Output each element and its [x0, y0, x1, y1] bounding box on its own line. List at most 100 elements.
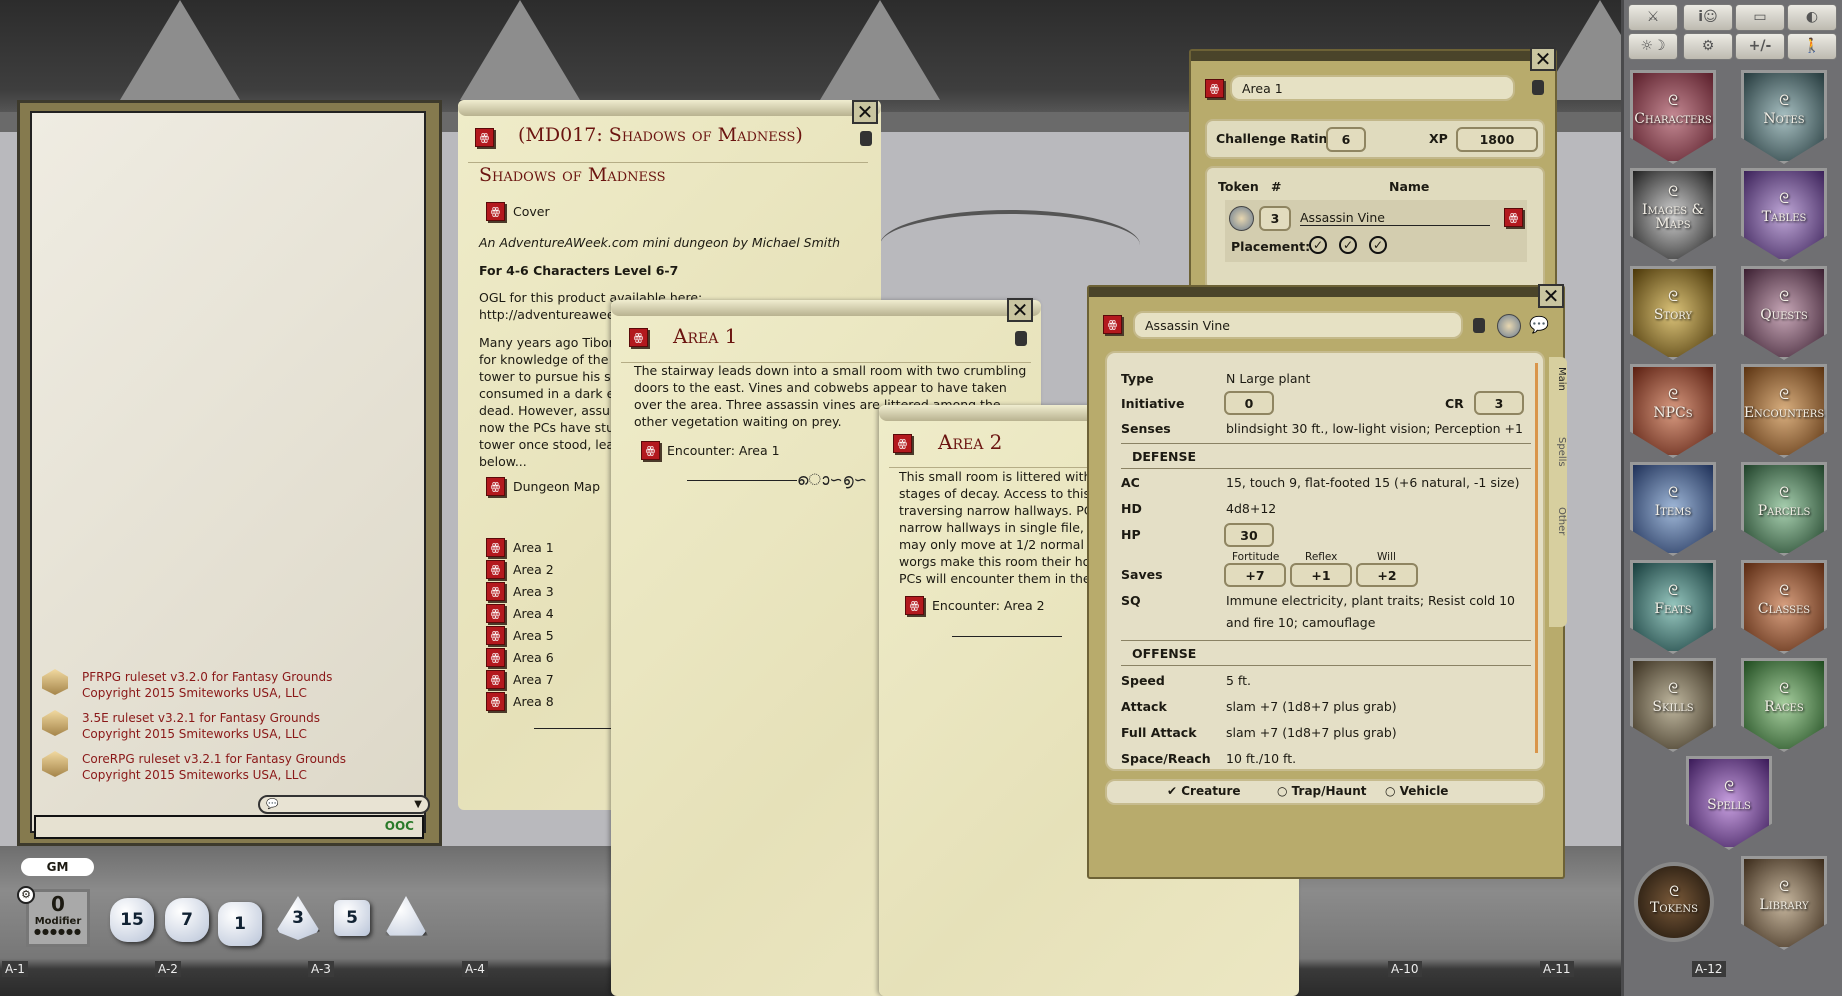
will-field[interactable]: +2: [1356, 563, 1418, 587]
die-icon: [42, 751, 68, 777]
sidebar-tokens[interactable]: ᘓ Tokens: [1634, 862, 1714, 942]
swirl-icon: ᘓ: [1779, 681, 1789, 697]
fg-record-icon[interactable]: ꙮ: [486, 477, 505, 496]
hotkey-slot[interactable]: A-4: [462, 961, 488, 977]
swirl-icon: ᘓ: [1668, 387, 1678, 403]
d6-die[interactable]: 5: [334, 900, 370, 936]
scrollbar[interactable]: [1535, 363, 1538, 753]
gear-icon[interactable]: ⚙: [17, 886, 35, 904]
defense-heading: DEFENSE: [1132, 449, 1196, 464]
divider: [534, 728, 614, 729]
link-encounter-area2[interactable]: Encounter: Area 2: [932, 598, 1045, 613]
chat-mode-dropdown[interactable]: 💬 ▼: [258, 795, 430, 814]
fg-record-icon[interactable]: ꙮ: [905, 596, 924, 615]
ooc-toggle[interactable]: OOC: [385, 819, 414, 833]
wall-ornament: [460, 0, 580, 100]
link-encounter-area1[interactable]: Encounter: Area 1: [667, 443, 780, 458]
full-attack-label: Full Attack: [1121, 725, 1197, 740]
window-titlebar[interactable]: [1191, 51, 1555, 61]
hotkey-slot[interactable]: A-10: [1388, 961, 1422, 977]
radio-trap-haunt[interactable]: ○ Trap/Haunt: [1277, 784, 1366, 798]
npc-name-field[interactable]: Assassin Vine: [1300, 210, 1490, 226]
fortitude-field[interactable]: +7: [1224, 563, 1286, 587]
fg-record-icon: ꙮ: [486, 626, 505, 645]
xp-field[interactable]: 1800: [1456, 127, 1538, 152]
token-icon[interactable]: [1229, 206, 1254, 231]
story-heading: Shadows of Madness: [479, 164, 666, 186]
cr-field[interactable]: 6: [1326, 127, 1366, 152]
lock-icon[interactable]: [1532, 80, 1544, 95]
lock-icon[interactable]: [1473, 318, 1485, 333]
fg-record-icon[interactable]: ꙮ: [893, 434, 912, 453]
close-button[interactable]: ✕: [1538, 284, 1564, 308]
fg-record-icon[interactable]: ꙮ: [1103, 315, 1122, 334]
hotkey-slot[interactable]: A-2: [155, 961, 181, 977]
swirl-icon: ᘓ: [1668, 289, 1678, 305]
swirl-icon: ᘓ: [1779, 485, 1789, 501]
color-palette-icon[interactable]: ◐: [1787, 4, 1837, 31]
npc-count-field[interactable]: 3: [1259, 206, 1291, 231]
link-cover[interactable]: Cover: [513, 204, 550, 219]
modifier-box[interactable]: 0 Modifier ●●●●●●: [26, 889, 90, 947]
character-icon[interactable]: 🚶: [1787, 33, 1837, 60]
cr-field[interactable]: 3: [1474, 391, 1524, 415]
hp-field[interactable]: 30: [1224, 523, 1274, 547]
tab-other[interactable]: Other: [1556, 507, 1567, 535]
modifiers-button[interactable]: +/-: [1735, 33, 1785, 60]
window-titlebar[interactable]: [1089, 287, 1563, 297]
lock-icon[interactable]: [1015, 331, 1027, 346]
tab-main[interactable]: Main: [1556, 367, 1567, 391]
combat-tracker-icon[interactable]: ⚔: [1628, 4, 1678, 31]
d20-die[interactable]: 15: [110, 898, 154, 942]
saves-label: Saves: [1121, 567, 1163, 582]
token-icon[interactable]: [1497, 314, 1521, 338]
reflex-field[interactable]: +1: [1290, 563, 1352, 587]
close-button[interactable]: ✕: [1530, 47, 1556, 71]
tab-spells[interactable]: Spells: [1556, 437, 1567, 467]
chat-input[interactable]: OOC: [34, 815, 424, 839]
close-button[interactable]: ✕: [852, 100, 878, 124]
initiative-field[interactable]: 0: [1224, 391, 1274, 415]
lock-icon[interactable]: [860, 131, 872, 146]
window-title: Area 2: [938, 430, 1003, 454]
speech-bubble-icon[interactable]: 💬: [1529, 315, 1549, 334]
hotkey-slot[interactable]: A-11: [1540, 961, 1574, 977]
party-sheet-icon[interactable]: i☺: [1683, 4, 1733, 31]
calendar-icon[interactable]: ▭: [1735, 4, 1785, 31]
fg-record-icon[interactable]: ꙮ: [629, 328, 648, 347]
d10-die[interactable]: 1: [218, 902, 262, 946]
radio-empty-icon: ○: [1385, 784, 1400, 798]
hp-label: HP: [1121, 527, 1141, 542]
cr-label: Challenge Rating: [1216, 131, 1337, 146]
close-button[interactable]: ✕: [1007, 298, 1033, 322]
wall-ornament: [820, 0, 940, 100]
npc-name-field[interactable]: Assassin Vine: [1133, 311, 1463, 339]
hotkey-slot[interactable]: A-3: [308, 961, 334, 977]
hotkey-slot[interactable]: A-1: [2, 961, 28, 977]
link-dungeon-map[interactable]: Dungeon Map: [513, 479, 600, 494]
radio-vehicle[interactable]: ○ Vehicle: [1385, 784, 1448, 798]
options-gear-icon[interactable]: ⚙: [1683, 33, 1733, 60]
placement-check[interactable]: ✓: [1339, 236, 1357, 254]
chevron-down-icon: ▼: [414, 799, 422, 810]
fg-record-icon[interactable]: ꙮ: [641, 441, 660, 460]
encounter-name-field[interactable]: Area 1: [1230, 75, 1515, 101]
placement-check[interactable]: ✓: [1309, 236, 1327, 254]
fg-record-icon[interactable]: ꙮ: [1504, 208, 1523, 227]
light-dark-icon[interactable]: ☼☽: [1628, 33, 1678, 60]
chat-window: PFRPG ruleset v3.2.0 for Fantasy Grounds…: [17, 100, 442, 846]
identity-label[interactable]: GM: [21, 858, 94, 876]
fg-record-icon[interactable]: ꙮ: [475, 128, 494, 147]
placement-label: Placement:: [1231, 239, 1311, 254]
fg-record-icon[interactable]: ꙮ: [486, 202, 505, 221]
radio-creature[interactable]: ✔ Creature: [1167, 784, 1241, 798]
modifier-value: 0: [51, 892, 65, 916]
story-paragraph: Many years ago Tibor, for knowledge of th…: [479, 335, 618, 469]
fg-record-icon[interactable]: ꙮ: [1205, 79, 1224, 98]
hotkey-slot[interactable]: A-12: [1692, 961, 1726, 977]
will-label: Will: [1377, 551, 1396, 563]
hd-label: HD: [1121, 501, 1142, 516]
d12-die[interactable]: 7: [165, 898, 209, 942]
desktop-top-wall: [0, 0, 1842, 112]
placement-check[interactable]: ✓: [1369, 236, 1387, 254]
